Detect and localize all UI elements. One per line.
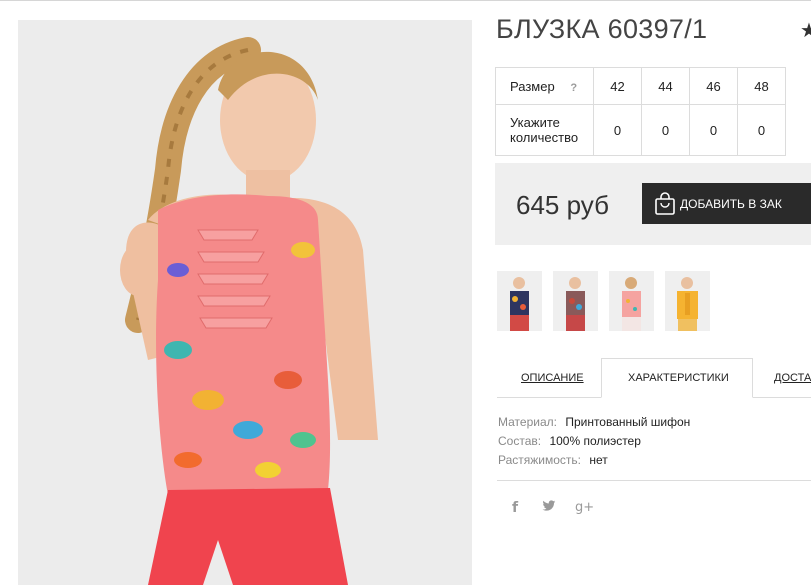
help-icon[interactable]: ? (570, 82, 577, 94)
characteristic-label: Растяжимость: (498, 453, 582, 467)
add-to-cart-button[interactable]: ДОБАВИТЬ В ЗАК (642, 183, 811, 224)
quantity-input[interactable]: 0 (737, 104, 786, 156)
tab-description[interactable]: ОПИСАНИЕ (521, 372, 584, 384)
size-label: Размер (510, 78, 555, 94)
characteristic-label: Состав: (498, 434, 542, 448)
quantity-input[interactable]: 0 (641, 104, 690, 156)
size-option: 46 (689, 67, 738, 105)
tab-delivery[interactable]: ДОСТА (774, 372, 811, 384)
quantity-input[interactable]: 0 (593, 104, 642, 156)
top-divider (0, 0, 811, 1)
share-divider (497, 480, 811, 481)
twitter-icon[interactable] (542, 500, 556, 516)
size-option: 44 (641, 67, 690, 105)
facebook-icon[interactable]: f (512, 500, 518, 516)
thumbnail-image[interactable] (497, 271, 542, 331)
characteristic-row: Растяжимость: нет (498, 451, 690, 470)
characteristic-value: нет (589, 453, 608, 467)
characteristic-row: Материал: Принтованный шифон (498, 413, 690, 432)
characteristic-label: Материал: (498, 415, 557, 429)
price-box: 645 руб ДОБАВИТЬ В ЗАК (495, 163, 811, 245)
googleplus-icon[interactable]: g+ (575, 500, 594, 515)
product-title: БЛУЗКА 60397/1 (496, 14, 708, 44)
thumbnail-image[interactable] (609, 271, 654, 331)
tab-characteristics[interactable]: ХАРАКТЕРИСТИКИ (628, 372, 729, 384)
quantity-input[interactable]: 0 (689, 104, 738, 156)
characteristic-value: 100% полиэстер (549, 434, 641, 448)
quantity-label: Укажите (510, 115, 560, 130)
thumbnail-image[interactable] (553, 271, 598, 331)
product-price: 645 руб (516, 190, 609, 220)
size-quantity-table: Размер ? 42 44 46 48 Укажите количество … (495, 67, 786, 156)
size-option: 42 (593, 67, 642, 105)
characteristic-value: Принтованный шифон (565, 415, 691, 429)
size-option: 48 (737, 67, 786, 105)
thumbnail-gallery (497, 271, 710, 331)
shopping-bag-icon (655, 192, 675, 215)
add-to-cart-label: ДОБАВИТЬ В ЗАК (680, 196, 782, 211)
characteristic-row: Состав: 100% полиэстер (498, 432, 690, 451)
characteristics-list: Материал: Принтованный шифон Состав: 100… (498, 413, 690, 470)
product-main-image[interactable] (18, 20, 472, 585)
thumbnail-image[interactable] (665, 271, 710, 331)
quantity-label: количество (510, 130, 579, 145)
star-icon[interactable]: ★ (800, 18, 811, 43)
